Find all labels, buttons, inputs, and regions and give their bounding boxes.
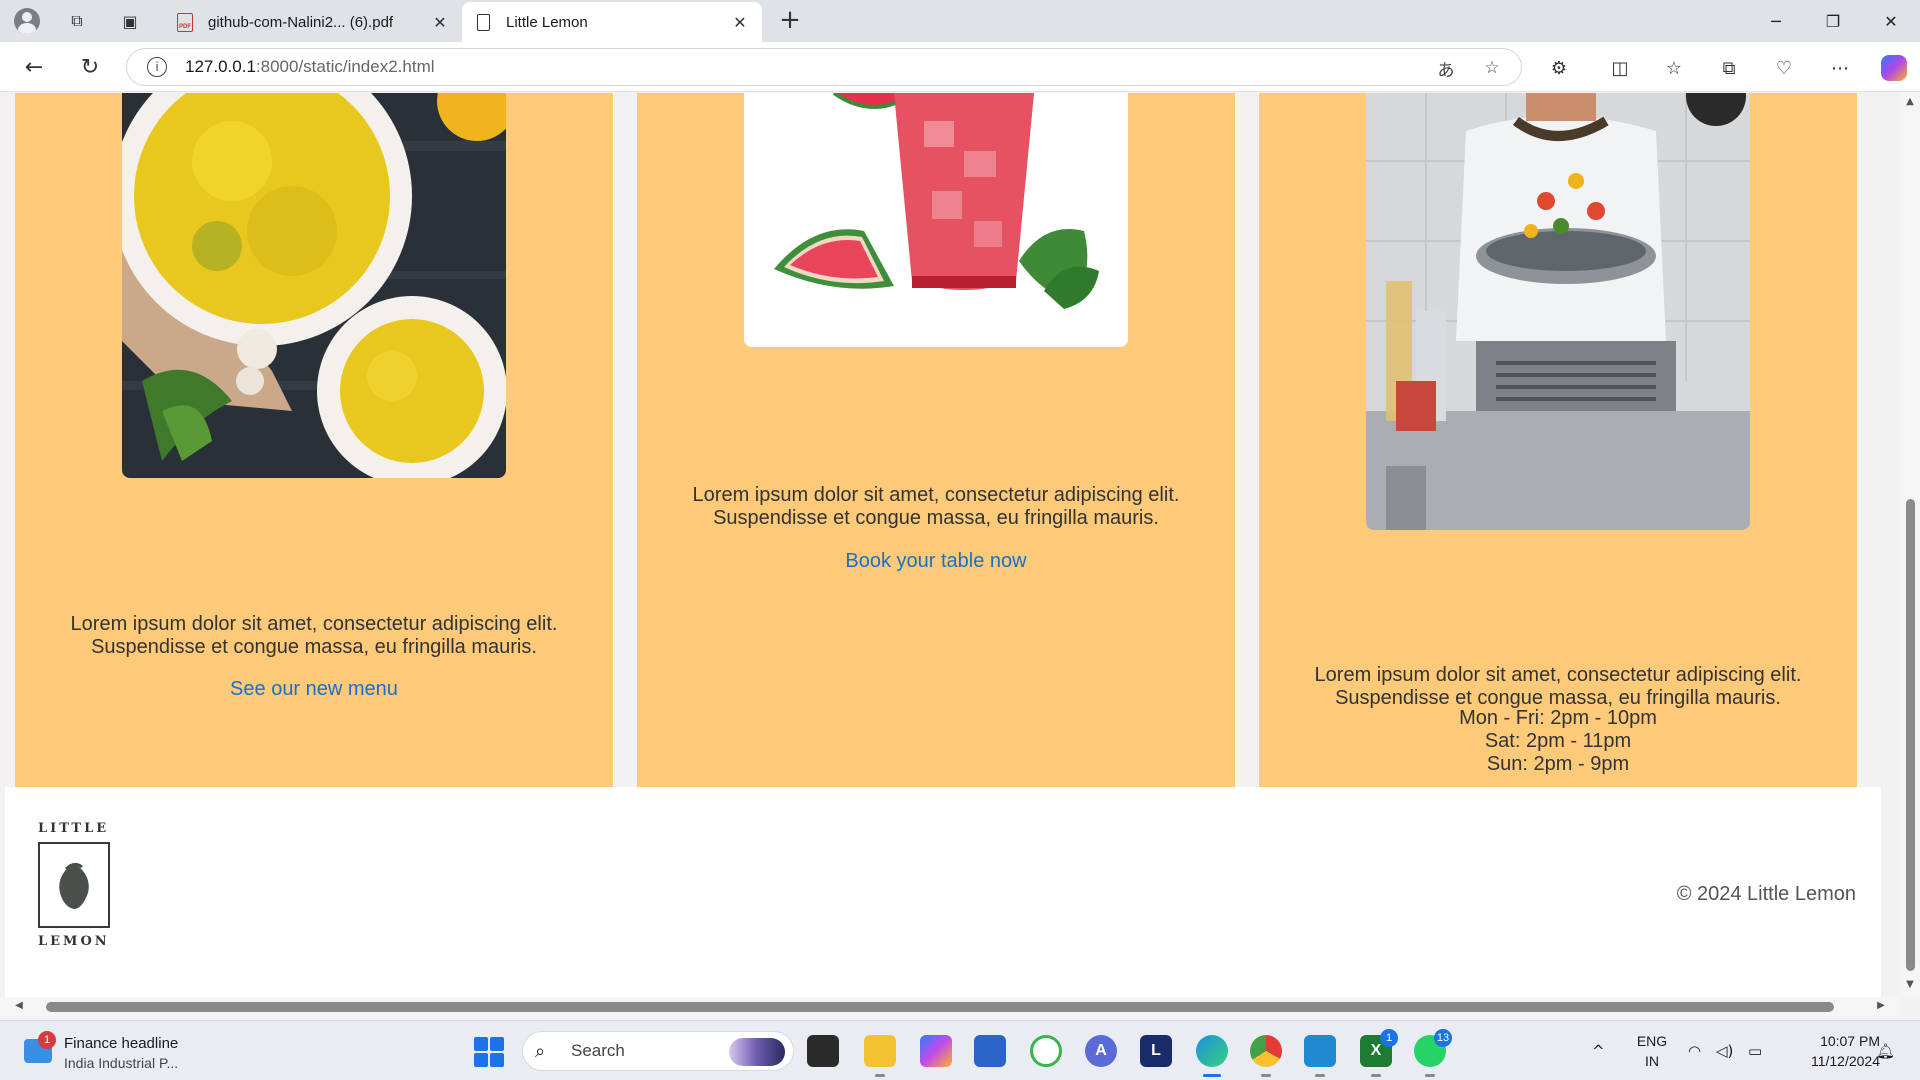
windows-taskbar: 1 Finance headline India Industrial P...…: [0, 1020, 1920, 1080]
logo-text-bottom: LEMON: [38, 934, 110, 949]
tab-title: Little Lemon: [506, 13, 588, 31]
extensions-icon[interactable]: ⚙: [1545, 54, 1573, 82]
wifi-icon[interactable]: ◠: [1688, 1021, 1701, 1080]
watermelon-drink-image: [744, 93, 1128, 347]
see-menu-link[interactable]: See our new menu: [15, 678, 613, 701]
document-icon: [474, 12, 492, 32]
lemon-icon: [38, 842, 110, 928]
whatsapp-icon[interactable]: 13: [1414, 1029, 1452, 1077]
favorite-star-icon[interactable]: ☆: [1477, 53, 1507, 83]
search-label: Search: [571, 1041, 625, 1060]
microsoft-store-icon[interactable]: [974, 1035, 1006, 1067]
news-subtitle: India Industrial P...: [64, 1055, 179, 1071]
tab-pdf[interactable]: PDF github-com-Nalini2... (6).pdf ✕: [164, 2, 462, 42]
book-table-link[interactable]: Book your table now: [637, 550, 1235, 573]
tab-little-lemon[interactable]: Little Lemon ✕: [462, 2, 762, 42]
scroll-left-icon[interactable]: ◀: [12, 1000, 26, 1014]
lang-code: ENG: [1636, 1033, 1668, 1049]
clock-date: 11/12/2024: [1810, 1053, 1880, 1069]
vscode-icon[interactable]: [1304, 1035, 1336, 1077]
address-toolbar: ← ↻ i 127.0.0.1:8000/static/index2.html …: [0, 42, 1920, 92]
scroll-down-icon[interactable]: ▼: [1903, 979, 1917, 993]
vertical-scroll-thumb[interactable]: [1906, 499, 1915, 971]
copilot-icon[interactable]: [1880, 54, 1908, 82]
site-info-icon[interactable]: i: [147, 57, 167, 77]
battery-icon[interactable]: ▭: [1748, 1021, 1762, 1080]
horizontal-scrollbar[interactable]: ◀ ▶: [0, 997, 1900, 1017]
vertical-scrollbar[interactable]: ▲ ▼: [1900, 93, 1920, 997]
url-path: :8000/static/index2.html: [255, 57, 435, 76]
browser-essentials-icon[interactable]: ♡: [1770, 54, 1798, 82]
close-tab-icon[interactable]: ✕: [426, 13, 454, 32]
scroll-up-icon[interactable]: ▲: [1903, 96, 1917, 110]
search-highlight-image: [729, 1038, 785, 1066]
xbox-icon[interactable]: X1: [1360, 1029, 1398, 1077]
page-footer: LITTLE LEMON © 2024 Little Lemon: [5, 787, 1881, 997]
rice-dish-image: [122, 93, 506, 478]
chrome-icon[interactable]: [1250, 1035, 1282, 1077]
task-view-icon[interactable]: [807, 1035, 839, 1067]
collections-icon[interactable]: ⧉: [1715, 54, 1743, 82]
file-explorer-icon[interactable]: [864, 1035, 896, 1077]
copyright-text: © 2024 Little Lemon: [1676, 883, 1856, 905]
browser-tab-bar: ⧉ ▣ PDF github-com-Nalini2... (6).pdf ✕ …: [0, 0, 1920, 42]
search-icon: ⌕: [535, 1040, 546, 1062]
start-button-icon[interactable]: [474, 1037, 504, 1067]
clock-time: 10:07 PM: [1820, 1033, 1880, 1049]
split-screen-icon[interactable]: ◫: [1606, 54, 1634, 82]
tab-actions-icon[interactable]: ▣: [115, 7, 145, 35]
chef-cooking-image: [1366, 93, 1750, 530]
tab-title: github-com-Nalini2... (6).pdf: [208, 13, 394, 31]
opening-hours: Mon - Fri: 2pm - 10pm Sat: 2pm - 11pm Su…: [1259, 707, 1857, 776]
favorites-icon[interactable]: ☆: [1660, 54, 1688, 82]
refresh-icon[interactable]: ↻: [74, 52, 106, 82]
news-title: Finance headline: [64, 1035, 179, 1052]
show-hidden-icons[interactable]: ^: [1592, 1021, 1605, 1080]
page-viewport: Lorem ipsum dolor sit amet, consectetur …: [0, 93, 1900, 997]
workspaces-icon[interactable]: ⧉: [62, 7, 92, 35]
more-menu-icon[interactable]: ⋯: [1826, 54, 1854, 82]
profile-icon[interactable]: [12, 7, 42, 35]
system-clock[interactable]: 10:07 PM 11/12/2024: [1780, 1031, 1880, 1071]
volume-icon[interactable]: ◁): [1716, 1021, 1733, 1080]
minimize-icon[interactable]: ─: [1753, 6, 1799, 36]
url-host: 127.0.0.1: [185, 57, 256, 76]
whatsapp-badge: 13: [1434, 1029, 1452, 1047]
taskbar-search[interactable]: ⌕ Search: [522, 1031, 794, 1071]
back-icon[interactable]: ←: [18, 52, 50, 82]
close-tab-icon[interactable]: ✕: [726, 13, 754, 32]
hours-weekdays: Mon - Fri: 2pm - 10pm: [1459, 707, 1657, 729]
copilot-app-icon[interactable]: [920, 1035, 952, 1067]
lang-region: IN: [1645, 1053, 1659, 1069]
card-description: Lorem ipsum dolor sit amet, consectetur …: [1314, 664, 1802, 709]
xbox-badge: 1: [1380, 1029, 1398, 1047]
read-aloud-icon[interactable]: あ: [1431, 53, 1461, 83]
hours-saturday: Sat: 2pm - 11pm: [1484, 730, 1632, 752]
feature-card: Lorem ipsum dolor sit amet, consectetur …: [1259, 93, 1857, 855]
notifications-bell-icon[interactable]: 🔔︎: [1876, 1021, 1895, 1080]
news-widget[interactable]: 1 Finance headline India Industrial P...: [20, 1029, 220, 1073]
scroll-right-icon[interactable]: ▶: [1874, 1000, 1888, 1014]
new-tab-button[interactable]: +: [775, 5, 805, 35]
feature-card: Lorem ipsum dolor sit amet, consectetur …: [637, 93, 1235, 855]
address-field[interactable]: i 127.0.0.1:8000/static/index2.html あ ☆: [126, 48, 1522, 86]
restore-icon[interactable]: ❐: [1810, 6, 1856, 36]
l-app-icon[interactable]: L: [1140, 1035, 1172, 1067]
hours-sunday: Sun: 2pm - 9pm: [1486, 753, 1630, 775]
news-badge: 1: [38, 1031, 56, 1049]
sync-app-icon[interactable]: [1030, 1035, 1062, 1067]
card-description: Lorem ipsum dolor sit amet, consectetur …: [692, 484, 1180, 529]
card-description: Lorem ipsum dolor sit amet, consectetur …: [70, 613, 558, 658]
language-indicator[interactable]: ENG IN: [1630, 1031, 1674, 1071]
close-window-icon[interactable]: ✕: [1868, 6, 1914, 36]
horizontal-scroll-thumb[interactable]: [46, 1002, 1834, 1012]
pdf-icon: PDF: [176, 12, 194, 32]
ai-app-icon[interactable]: A: [1085, 1035, 1117, 1067]
feature-card: Lorem ipsum dolor sit amet, consectetur …: [15, 93, 613, 855]
edge-browser-icon[interactable]: [1196, 1035, 1228, 1077]
little-lemon-logo[interactable]: LITTLE LEMON: [38, 821, 114, 949]
logo-text-top: LITTLE: [38, 821, 110, 836]
